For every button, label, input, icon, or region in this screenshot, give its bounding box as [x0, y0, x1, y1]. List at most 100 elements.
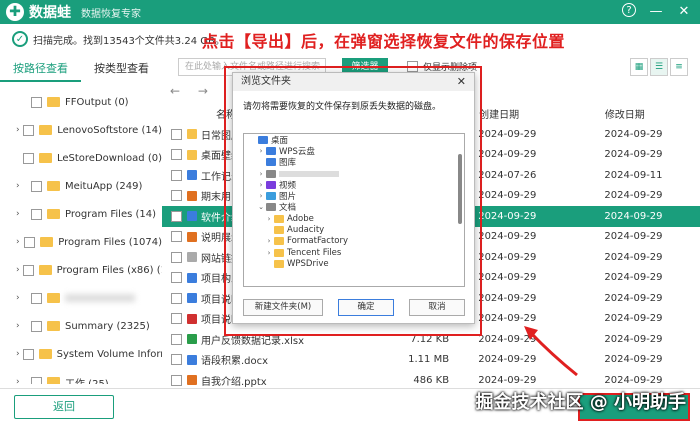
tree-checkbox[interactable]	[31, 292, 42, 304]
row-checkbox[interactable]	[171, 333, 182, 345]
dialog-tree-label: 桌面	[271, 135, 289, 146]
tab-by-path[interactable]: 按路径查看	[0, 58, 81, 82]
tree-checkbox[interactable]	[31, 180, 42, 192]
chevron-right-icon[interactable]: ›	[16, 237, 21, 247]
dialog-tree-item[interactable]: › Tencent Files	[244, 247, 464, 258]
tree-item[interactable]: FFOutput (0)	[0, 88, 162, 116]
new-folder-button[interactable]: 新建文件夹(M)	[243, 299, 323, 316]
dialog-tree-item[interactable]: › Adobe	[244, 213, 464, 224]
tree-checkbox[interactable]	[23, 124, 35, 136]
help-icon[interactable]: ?	[622, 3, 636, 17]
chevron-icon[interactable]: ›	[256, 147, 266, 155]
header-created[interactable]: 创建日期	[479, 106, 605, 121]
chevron-right-icon[interactable]: ›	[16, 321, 28, 331]
row-checkbox[interactable]	[171, 354, 182, 366]
file-created: 2024-09-29	[478, 128, 537, 140]
row-checkbox[interactable]	[171, 169, 182, 181]
file-name: 自我介绍.pptx	[201, 376, 267, 388]
tree-item-label: Program Files (x86) (1976)	[56, 264, 162, 276]
row-checkbox[interactable]	[171, 292, 182, 304]
tree-checkbox[interactable]	[31, 376, 42, 384]
dialog-tree-item[interactable]: ›	[244, 168, 464, 179]
tree-item[interactable]: › 工作 (25)	[0, 368, 162, 384]
forward-arrow-icon[interactable]: →	[198, 84, 208, 98]
chevron-right-icon[interactable]: ›	[16, 125, 20, 135]
dialog-tree-item[interactable]: ⌄ 文档	[244, 202, 464, 213]
tree-checkbox[interactable]	[31, 320, 42, 332]
folder-icon	[38, 265, 52, 275]
dialog-tree-item[interactable]: 图库	[244, 157, 464, 168]
tree-checkbox[interactable]	[22, 264, 34, 276]
close-icon[interactable]: ✕	[676, 3, 692, 19]
row-checkbox[interactable]	[171, 272, 182, 284]
tree-item[interactable]: › System Volume Informati	[0, 340, 162, 368]
file-icon	[187, 334, 197, 345]
chevron-right-icon[interactable]: ›	[16, 265, 20, 275]
dialog-scrollbar[interactable]	[458, 154, 462, 224]
cancel-button[interactable]: 取消	[409, 299, 465, 316]
dialog-description: 请勿将需要恢复的文件保存到原丢失数据的磁盘。	[243, 102, 442, 112]
file-name: 语段积累.docx	[201, 356, 269, 368]
ok-button[interactable]: 确定	[338, 299, 394, 316]
grid-view-icon[interactable]: ▦	[630, 58, 648, 76]
tree-item[interactable]: ›	[0, 284, 162, 312]
tree-item[interactable]: › Summary (2325)	[0, 312, 162, 340]
file-created: 2024-07-26	[478, 169, 537, 181]
dialog-close-icon[interactable]: ✕	[457, 75, 466, 88]
row-checkbox[interactable]	[171, 128, 182, 140]
tree-checkbox[interactable]	[22, 152, 34, 164]
tree-checkbox[interactable]	[22, 348, 34, 360]
table-row[interactable]: 语段积累.docx 1.11 MB 2024-09-29 2024-09-29	[162, 350, 700, 371]
dialog-tree-item[interactable]: WPSDrive	[244, 258, 464, 269]
row-checkbox[interactable]	[171, 251, 182, 263]
dialog-tree-item[interactable]: › 图片	[244, 190, 464, 202]
row-checkbox[interactable]	[171, 231, 182, 243]
tree-item[interactable]: LeStoreDownload (0)	[0, 144, 162, 172]
dialog-tree-item[interactable]: › WPS云盘	[244, 145, 464, 157]
row-checkbox[interactable]	[171, 190, 182, 202]
chevron-icon[interactable]: ›	[256, 170, 266, 178]
tree-checkbox[interactable]	[31, 208, 42, 220]
dialog-tree-item[interactable]: Audacity	[244, 224, 464, 235]
tree-item[interactable]: › Program Files (1074)	[0, 228, 162, 256]
chevron-right-icon[interactable]: ›	[16, 377, 28, 384]
tree-item[interactable]: › MeituApp (249)	[0, 172, 162, 200]
chevron-icon[interactable]: ›	[256, 181, 266, 189]
row-checkbox[interactable]	[171, 210, 182, 222]
dialog-tree-item[interactable]: 桌面	[244, 134, 464, 146]
tree-item-label: 工作 (25)	[65, 378, 109, 385]
list-view-icon[interactable]: ☰	[650, 58, 668, 76]
app-subtitle: 数据恢复专家	[81, 8, 141, 20]
tree-item[interactable]: › Program Files (14)	[0, 200, 162, 228]
file-modified: 2024-09-29	[604, 313, 663, 325]
chevron-icon[interactable]: ›	[264, 237, 274, 245]
back-button[interactable]: 返回	[14, 395, 114, 419]
row-checkbox[interactable]	[171, 313, 182, 325]
chevron-right-icon[interactable]: ›	[16, 349, 20, 359]
tree-item[interactable]: › LenovoSoftstore (14)	[0, 116, 162, 144]
tree-item[interactable]: › Program Files (x86) (1976)	[0, 256, 162, 284]
row-checkbox[interactable]	[171, 149, 182, 161]
file-created: 2024-09-29	[478, 292, 537, 304]
chevron-right-icon[interactable]: ›	[16, 293, 28, 303]
tree-checkbox[interactable]	[31, 96, 42, 108]
dialog-tree-label: WPSDrive	[287, 258, 329, 269]
dialog-tree-item[interactable]: › 视频	[244, 179, 464, 191]
folder-icon	[274, 237, 284, 246]
chevron-right-icon[interactable]: ›	[16, 181, 28, 191]
dialog-tree-item[interactable]: › FormatFactory	[244, 236, 464, 247]
header-modified[interactable]: 修改日期	[605, 106, 700, 121]
chevron-right-icon[interactable]: ›	[16, 209, 28, 219]
folder-icon	[47, 209, 60, 219]
chevron-icon[interactable]: ›	[264, 215, 274, 223]
row-checkbox[interactable]	[171, 374, 182, 386]
minimize-icon[interactable]: —	[648, 3, 664, 19]
table-row[interactable]: 自我介绍.pptx 486 KB 2024-09-29 2024-09-29	[162, 370, 700, 388]
chevron-icon[interactable]: ›	[256, 192, 266, 200]
back-arrow-icon[interactable]: ←	[170, 84, 180, 98]
tab-by-type[interactable]: 按类型查看	[81, 58, 162, 82]
tree-checkbox[interactable]	[24, 236, 36, 248]
chevron-icon[interactable]: ⌄	[256, 203, 266, 211]
chevron-icon[interactable]: ›	[264, 249, 274, 257]
detail-view-icon[interactable]: ≡	[670, 58, 688, 76]
